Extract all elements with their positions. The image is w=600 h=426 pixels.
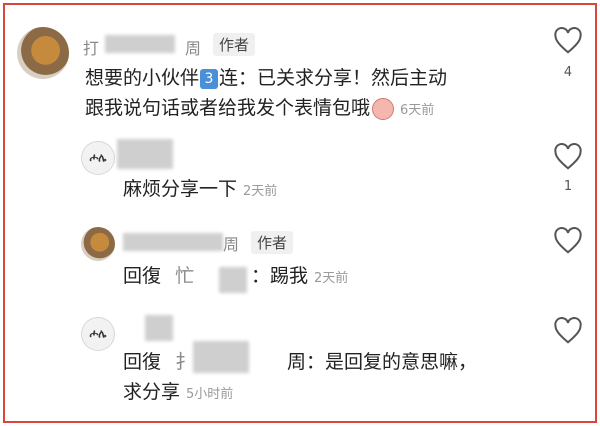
comment-text: 想要的小伙伴 3 连：已关求分享！然后主动 跟我说句话或者给我发个表情包哦 6天前 [85,63,525,126]
comment-text: 周：是回复的意思嘛， [287,347,477,377]
heart-outline-icon[interactable] [553,27,583,55]
redacted-name [193,341,249,373]
author-badge: 作者 [213,33,256,56]
redacted-name [123,233,223,251]
avatar[interactable]: ሖሌ [81,141,115,175]
comment-text-part: ：踢我 [251,265,309,287]
reply-label: 回復 [123,351,162,373]
like-count: 1 [563,179,573,194]
comment-text: 回復 忙 [123,261,194,291]
comment-panel: 打 周 作者 想要的小伙伴 3 连：已关求分享！然后主动 跟我说句话或者给我发个表情… [3,3,597,423]
comment-text: 求分享 5小时前 [123,377,233,410]
comment-text: 回復 扌 [123,347,194,377]
redacted-name [117,139,173,169]
comment-text: 麻烦分享一下 2天前 [123,174,277,207]
author-name-suffix[interactable]: 周 [223,231,239,255]
author-badge: 作者 [251,231,294,254]
keycap-number-icon: 3 [200,68,219,89]
redacted-name [145,315,173,341]
comment-text-part: 麻烦分享一下 [123,178,238,200]
timestamp: 6天前 [400,103,435,118]
author-name-suffix[interactable]: 周 [185,35,201,59]
timestamp: 2天前 [314,271,349,286]
comment-text: ：踢我 2天前 [251,261,348,294]
like-count: 4 [563,65,573,80]
avatar[interactable]: ሖሌ [81,317,115,351]
reply-mention[interactable]: 忙 [175,265,194,287]
heart-outline-icon[interactable] [553,227,583,255]
avatar[interactable] [81,227,115,261]
comment-text-part: 想要的小伙伴 [85,67,200,89]
reply-label: 回復 [123,265,162,287]
reply-mention[interactable]: 扌 [175,351,194,373]
redacted-name [105,35,175,53]
heart-outline-icon[interactable] [553,317,583,345]
timestamp: 5小时前 [186,387,234,402]
comment-text-part: 连：已关求分享！然后主动 [219,67,448,89]
comment-text-part: 求分享 [123,381,181,403]
timestamp: 2天前 [243,184,278,199]
avatar[interactable] [17,27,69,79]
comment-text-part: 跟我说句话或者给我发个表情包哦 [85,97,371,119]
redacted-name [219,267,247,293]
author-name[interactable]: 打 [83,35,99,59]
emoji-icon [372,97,395,120]
comment-text-part: 周：是回复的意思嘛， [287,351,478,373]
heart-outline-icon[interactable] [553,143,583,171]
